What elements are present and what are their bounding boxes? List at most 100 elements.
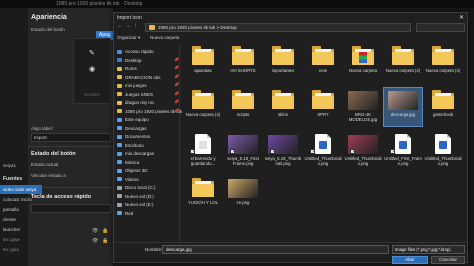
nav-item[interactable]: Nuevo vol (D:) <box>117 193 154 201</box>
forward-arrow-icon[interactable]: → <box>125 23 131 29</box>
file-label: ze.png <box>236 200 250 205</box>
folder-icon <box>232 90 254 110</box>
file-item[interactable]: YUGIOH Y LOL <box>184 176 222 214</box>
pin-icon: 📌 <box>174 73 179 79</box>
pin-icon: 📌 <box>174 56 179 62</box>
visibility-icon[interactable]: 👁 <box>92 238 98 244</box>
folder-icon <box>117 100 122 105</box>
file-item[interactable]: scripts <box>224 88 262 126</box>
nav-item[interactable]: GRABACION obs <box>117 74 161 82</box>
folder-icon <box>232 46 254 66</box>
file-item[interactable]: Nueva carpeta (4) <box>184 88 222 126</box>
nav-item[interactable]: Este equipo <box>117 116 149 124</box>
nav-item[interactable]: Música <box>117 159 139 167</box>
filename-input[interactable]: descarga.jpg <box>162 245 389 254</box>
file-item[interactable]: ↗ Untitled_Thumbnails.png <box>344 132 382 170</box>
lock-icon[interactable]: 🔒 <box>102 238 108 244</box>
file-item[interactable]: ↗ seiya_5.18_Thumbnail.png <box>264 132 302 170</box>
list-item[interactable]: tec gaye <box>0 235 42 244</box>
folder-icon <box>117 185 122 190</box>
file-item[interactable]: BRO-4K MODELOS.jpg <box>344 88 382 126</box>
folder-icon <box>352 46 374 66</box>
list-item[interactable]: launcher <box>0 225 42 234</box>
nav-item[interactable]: Descargas <box>117 125 147 133</box>
nav-item[interactable]: 1080 pro 1920 pixeles tik tok <box>117 108 182 116</box>
nav-item[interactable]: mis juegos <box>117 82 147 90</box>
file-label: gamehook <box>432 112 454 117</box>
cancel-button[interactable]: Cancelar <box>431 256 465 264</box>
button-preview[interactable]: ✎ ◉ Nombre <box>73 38 111 104</box>
palette-icon[interactable]: ◉ <box>89 65 95 73</box>
file-item[interactable]: importantes <box>264 44 302 82</box>
lock-icon[interactable]: 🔒 <box>102 228 108 234</box>
nav-item[interactable]: dragon city mc <box>117 99 154 107</box>
nav-item[interactable]: Escritorio <box>117 142 144 150</box>
file-item[interactable]: skins <box>264 88 302 126</box>
address-row: ← → ↑ 1080 pro 1920 pixeles tik tok > De… <box>114 22 467 33</box>
nav-item-label: Desktop <box>125 57 142 63</box>
dialog-title: Import icon <box>117 15 142 21</box>
nav-item[interactable]: Disco local (C:) <box>117 184 156 192</box>
import-select[interactable]: Import <box>31 133 111 142</box>
folder-icon <box>392 46 414 66</box>
file-item[interactable]: HH SHORTS <box>224 44 262 82</box>
file-item[interactable]: apuestas <box>184 44 222 82</box>
list-item[interactable]: colocact micro <box>0 195 42 204</box>
preview-name: Nombre <box>83 92 100 97</box>
file-item[interactable]: Nueva carpeta (3) <box>424 44 462 82</box>
address-bar[interactable]: 1080 pro 1920 pixeles tik tok > Desktop <box>145 23 411 32</box>
nav-item[interactable]: Objetos 3D <box>117 167 148 175</box>
nav-item[interactable]: Nuevo vol (E:) <box>117 201 154 209</box>
shortcut-input[interactable] <box>31 204 111 213</box>
file-item[interactable]: new <box>304 44 342 82</box>
nav-item[interactable]: Videos <box>117 176 139 184</box>
file-item[interactable]: ze.png <box>224 176 262 214</box>
list-item[interactable]: video saint seiya <box>0 185 42 194</box>
file-label: Untitled_Thumbnails.png <box>304 156 342 166</box>
list-item[interactable]: tec guia <box>0 245 42 254</box>
image-thumbnail <box>388 91 418 110</box>
edit-icon[interactable]: ✎ <box>89 49 95 57</box>
list-item[interactable]: cliente <box>0 215 42 224</box>
file-item[interactable]: descarga.jpg <box>383 87 423 127</box>
folder-icon <box>117 151 122 156</box>
file-label: scripts <box>236 112 250 117</box>
nav-item[interactable]: Red <box>117 210 133 218</box>
dialog-footer: Nombre: descarga.jpg Image files (*.png;… <box>114 242 467 264</box>
new-folder-button[interactable]: Nueva carpeta <box>150 35 179 40</box>
folder-icon <box>117 194 122 199</box>
back-arrow-icon[interactable]: ← <box>117 23 123 29</box>
folder-icon <box>117 134 122 139</box>
shortcut-arrow-icon: ↗ <box>270 149 275 154</box>
nav-item[interactable]: mis descargas <box>117 150 154 158</box>
search-input[interactable] <box>416 23 465 32</box>
nav-item[interactable]: Desktop <box>117 57 142 65</box>
open-button[interactable]: Abrir <box>392 256 428 264</box>
file-item[interactable]: ↗ seiya_5.18_First Frame.png <box>224 132 262 170</box>
file-item[interactable]: ↗ el barrendo y guardando... <box>184 132 222 170</box>
organize-menu[interactable]: Organizar ▾ <box>117 35 140 41</box>
folder-icon <box>117 211 122 216</box>
nav-item-label: Red <box>125 210 134 216</box>
file-item[interactable]: Untitled_Thumbnails.png <box>424 132 462 170</box>
up-arrow-icon[interactable]: ↑ <box>134 23 137 29</box>
nav-item[interactable]: Acceso rápido <box>117 48 154 56</box>
nav-item[interactable]: Documentos <box>117 133 150 141</box>
file-item[interactable]: Nueva carpeta (2) <box>384 44 422 82</box>
folder-icon <box>117 160 122 165</box>
file-label: el barrendo y guardando... <box>190 156 216 166</box>
file-item[interactable]: Nueva carpeta <box>344 44 382 82</box>
file-item[interactable]: ↗ Untitled_Thumbnails.png <box>304 132 342 170</box>
close-icon[interactable]: ✕ <box>459 14 464 21</box>
file-label: Nueva carpeta (3) <box>425 68 461 73</box>
file-item[interactable]: ↗ Untitled_First_Frame.png <box>384 132 422 170</box>
file-label: skins <box>278 112 288 117</box>
nav-item[interactable]: Roms <box>117 65 137 73</box>
visibility-icon[interactable]: 👁 <box>92 228 98 234</box>
list-item[interactable]: pantalla <box>0 205 42 214</box>
nav-item-label: Roms <box>125 66 137 71</box>
file-item[interactable]: SPR7 <box>304 88 342 126</box>
nav-item[interactable]: Juegos SNES <box>117 91 153 99</box>
filetype-select[interactable]: Image files (*.png;*.jpg;*.bmp) <box>392 245 465 254</box>
file-item[interactable]: gamehook <box>424 88 462 126</box>
